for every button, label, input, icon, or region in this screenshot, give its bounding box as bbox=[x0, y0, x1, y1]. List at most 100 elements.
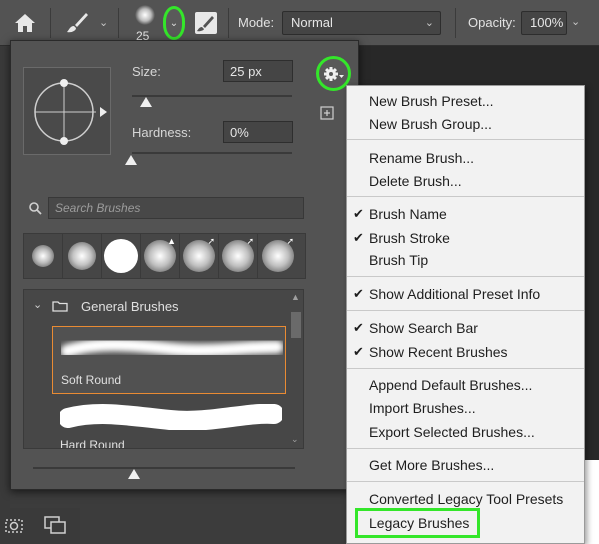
menu-item-label: Export Selected Brushes... bbox=[369, 424, 535, 440]
menu-item-brush-stroke[interactable]: ✔ Brush Stroke bbox=[347, 227, 584, 249]
person-icon: ▲ bbox=[167, 236, 176, 246]
menu-item-brush-tip[interactable]: Brush Tip bbox=[347, 249, 584, 271]
brush-name: Hard Round bbox=[60, 438, 125, 449]
checkmark-icon: ✔ bbox=[353, 230, 364, 245]
recent-brush[interactable]: ➚ bbox=[219, 234, 258, 278]
menu-item-label: Brush Stroke bbox=[369, 230, 450, 246]
brush-group-label: General Brushes bbox=[81, 299, 179, 314]
quick-mask-icon[interactable] bbox=[5, 517, 23, 535]
plus-square-icon[interactable] bbox=[320, 106, 334, 120]
hardness-label: Hardness: bbox=[132, 125, 192, 140]
menu-item-show-additional-preset-info[interactable]: ✔ Show Additional Preset Info bbox=[347, 283, 584, 305]
brush-name: Soft Round bbox=[61, 373, 122, 387]
checkmark-icon: ✔ bbox=[353, 286, 364, 301]
menu-divider bbox=[347, 276, 584, 277]
brush-options-menu: New Brush Preset... New Brush Group... R… bbox=[346, 85, 585, 544]
brush-badge-icon: ➚ bbox=[207, 236, 215, 246]
divider bbox=[228, 8, 229, 38]
menu-item-rename-brush[interactable]: Rename Brush... bbox=[347, 147, 584, 169]
search-brushes-input[interactable] bbox=[48, 197, 304, 219]
checkmark-icon: ✔ bbox=[353, 344, 364, 359]
hardness-slider-thumb[interactable] bbox=[125, 155, 137, 165]
menu-item-new-brush-group[interactable]: New Brush Group... bbox=[347, 113, 584, 135]
recent-brush[interactable] bbox=[63, 234, 102, 278]
menu-divider bbox=[347, 139, 584, 140]
scroll-down-icon[interactable]: ⌄ bbox=[291, 434, 299, 445]
divider bbox=[50, 8, 51, 38]
screen-mode-icon[interactable] bbox=[44, 516, 66, 534]
brush-item-soft-round[interactable]: Soft Round bbox=[52, 326, 286, 394]
menu-divider bbox=[347, 448, 584, 449]
menu-item-label: Append Default Brushes... bbox=[369, 377, 533, 393]
menu-item-label: Get More Brushes... bbox=[369, 457, 495, 473]
chevron-down-icon: ⌄ bbox=[424, 17, 434, 29]
scroll-thumb[interactable] bbox=[291, 312, 301, 338]
menu-item-converted-legacy-tool-presets[interactable]: Converted Legacy Tool Presets bbox=[347, 488, 584, 510]
menu-item-label: New Brush Preset... bbox=[369, 93, 494, 109]
menu-item-label: New Brush Group... bbox=[369, 116, 492, 132]
checkmark-icon: ✔ bbox=[353, 206, 364, 221]
size-slider-thumb[interactable] bbox=[140, 97, 153, 107]
menu-divider bbox=[347, 481, 584, 482]
brush-preset-picker: Size: 25 px Hardness: 0% Search Brushes … bbox=[10, 40, 359, 490]
brush-list: ⌄ General Brushes Soft Round Hard Round … bbox=[23, 289, 304, 449]
recent-brush[interactable] bbox=[24, 234, 63, 278]
chevron-down-icon: ⌄ bbox=[169, 17, 179, 29]
menu-item-label: Show Search Bar bbox=[369, 320, 478, 336]
brush-preview-icon[interactable] bbox=[132, 4, 158, 26]
menu-item-label: Import Brushes... bbox=[369, 400, 476, 416]
menu-item-delete-brush[interactable]: Delete Brush... bbox=[347, 170, 584, 192]
hardness-field[interactable]: 0% bbox=[223, 121, 293, 143]
menu-item-label: Brush Tip bbox=[369, 252, 429, 268]
recent-brushes: ▲ ➚ ➚ ➚ bbox=[23, 233, 306, 279]
menu-item-import-brushes[interactable]: Import Brushes... bbox=[347, 397, 584, 419]
opacity-value: 100% bbox=[530, 15, 564, 30]
size-field[interactable]: 25 px bbox=[223, 60, 293, 82]
chevron-down-icon[interactable]: ⌄ bbox=[571, 15, 580, 28]
mode-select[interactable]: Normal ⌄ bbox=[282, 11, 441, 35]
hard-stroke-preview bbox=[60, 404, 282, 430]
brush-item-hard-round[interactable]: Hard Round bbox=[52, 396, 286, 449]
preview-size-slider-thumb[interactable] bbox=[128, 469, 140, 479]
menu-item-get-more-brushes[interactable]: Get More Brushes... bbox=[347, 454, 584, 476]
menu-item-export-selected-brushes[interactable]: Export Selected Brushes... bbox=[347, 421, 584, 443]
menu-item-label: Converted Legacy Tool Presets bbox=[369, 491, 564, 507]
menu-item-label: Brush Name bbox=[369, 206, 447, 222]
preview-size-slider-track[interactable] bbox=[33, 467, 295, 469]
tools-panel-bottom bbox=[0, 508, 80, 544]
gear-icon bbox=[323, 66, 344, 81]
recent-brush[interactable]: ➚ bbox=[180, 234, 219, 278]
angle-roundness-icon[interactable] bbox=[24, 68, 112, 156]
scrollbar[interactable]: ▲ ⌄ bbox=[287, 290, 303, 448]
opacity-field[interactable]: 100% bbox=[521, 11, 567, 35]
divider bbox=[118, 8, 119, 38]
tools-panel bbox=[0, 46, 10, 544]
brush-tool-icon[interactable] bbox=[64, 10, 90, 36]
hardness-slider-track[interactable] bbox=[132, 152, 292, 154]
menu-item-show-recent-brushes[interactable]: ✔ Show Recent Brushes bbox=[347, 341, 584, 363]
brush-settings-icon[interactable] bbox=[193, 10, 219, 36]
menu-item-show-search-bar[interactable]: ✔ Show Search Bar bbox=[347, 317, 584, 339]
menu-item-brush-name[interactable]: ✔ Brush Name bbox=[347, 203, 584, 225]
menu-item-label: Delete Brush... bbox=[369, 173, 462, 189]
recent-brush[interactable]: ➚ bbox=[258, 234, 297, 278]
opacity-label: Opacity: bbox=[468, 15, 516, 30]
brush-angle-preview[interactable] bbox=[23, 67, 111, 155]
checkmark-icon: ✔ bbox=[353, 320, 364, 335]
menu-item-append-default-brushes[interactable]: Append Default Brushes... bbox=[347, 374, 584, 396]
mode-label: Mode: bbox=[238, 15, 275, 30]
brush-group-row[interactable]: ⌄ General Brushes bbox=[24, 290, 287, 322]
size-slider-track[interactable] bbox=[132, 95, 292, 97]
recent-brush[interactable] bbox=[102, 234, 141, 278]
home-icon[interactable] bbox=[8, 8, 42, 38]
chevron-down-icon[interactable]: ⌄ bbox=[99, 16, 108, 29]
recent-brush[interactable]: ▲ bbox=[141, 234, 180, 278]
brush-badge-icon: ➚ bbox=[246, 236, 254, 246]
menu-item-label: Rename Brush... bbox=[369, 150, 475, 166]
brush-picker-toggle[interactable]: ⌄ bbox=[163, 6, 185, 40]
chevron-down-icon[interactable]: ⌄ bbox=[33, 298, 42, 311]
scroll-up-icon[interactable]: ▲ bbox=[291, 292, 300, 302]
soft-stroke-preview bbox=[61, 338, 283, 358]
menu-item-new-brush-preset[interactable]: New Brush Preset... bbox=[347, 90, 584, 112]
menu-divider bbox=[347, 310, 584, 311]
